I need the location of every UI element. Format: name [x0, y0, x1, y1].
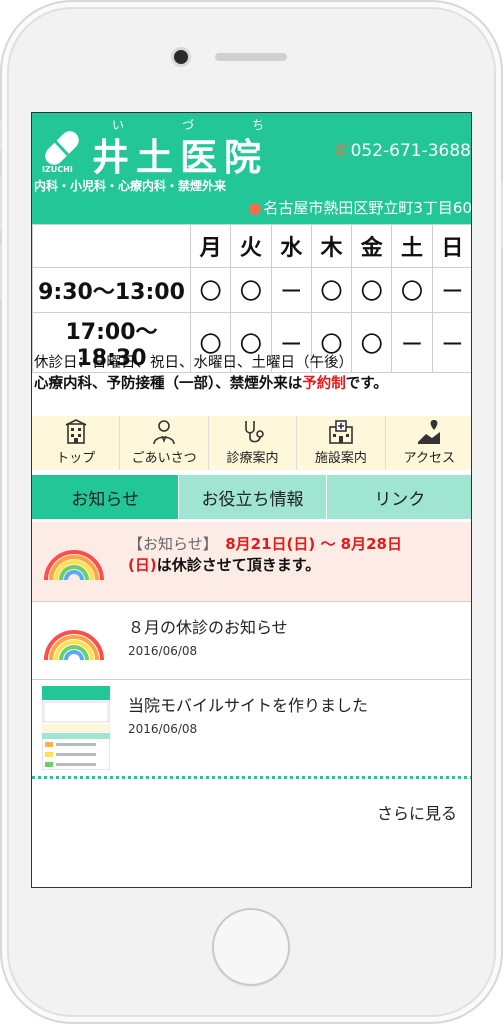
mark-cell: ー [270, 267, 312, 313]
stethoscope-icon [244, 421, 264, 443]
phone-frame: IZUCHI い づ ち 井土医院 ✆ 052-671-3688 内科・小児科・心… [0, 0, 503, 1024]
earpiece-speaker [215, 53, 287, 61]
logo-text: IZUCHI [42, 165, 73, 174]
day-cell: 木 [310, 224, 353, 268]
clinic-name[interactable]: 井土医院 [92, 127, 268, 181]
mark-cell: 〇 [189, 267, 232, 313]
news-body: は休診させて頂きます。 [156, 556, 321, 574]
volume-up-button [0, 175, 2, 230]
mark-cell: 〇 [310, 267, 353, 313]
reservation-note: 心療内科、予防接種（一部）、禁煙外来は予約制です。 [34, 374, 471, 395]
day-cell: 金 [351, 224, 393, 268]
address-text: 名古屋市熱田区野立町3丁目60 [263, 199, 472, 217]
specialties: 内科・小児科・心療内科・禁煙外来 [34, 179, 227, 193]
reservation-note-suffix: です。 [345, 376, 388, 392]
site-screenshot-thumbnail [42, 686, 110, 770]
map-pin-icon [418, 420, 441, 444]
nav-item-greeting[interactable]: ごあいさつ [120, 416, 209, 470]
silent-switch [0, 120, 2, 150]
news-title: ８月の休診のお知らせ [128, 618, 288, 637]
nav-label: アクセス [403, 451, 455, 466]
nav-item-top[interactable]: トップ [32, 416, 121, 470]
front-camera [174, 50, 188, 64]
location-pin-icon: ● [248, 199, 262, 217]
schedule-days-row: 月 火 水 木 金 土 日 [32, 224, 471, 268]
news-text: 当院モバイルサイトを作りました 2016/06/08 [128, 692, 368, 736]
schedule-notes: 休診日：日曜日、祝日、水曜日、土曜日（午後） 心療内科、予防接種（一部）、禁煙外… [34, 353, 471, 395]
news-tag: 【お知らせ】 [128, 535, 211, 553]
closed-days-note: 休診日：日曜日、祝日、水曜日、土曜日（午後） [34, 355, 353, 371]
schedule-table: 月 火 水 木 金 土 日 9:30〜13:00 〇 〇 ー 〇 〇 〇 ー 1… [32, 224, 471, 373]
mark-cell: 〇 [391, 267, 433, 313]
doctor-icon [153, 420, 175, 445]
reservation-highlight: 予約制 [302, 376, 346, 392]
schedule-row-morning: 9:30〜13:00 〇 〇 ー 〇 〇 〇 ー [32, 267, 471, 313]
volume-down-button [0, 245, 2, 300]
mark-cell: ー [431, 267, 471, 313]
phone-link[interactable]: ✆ 052-671-3688 [334, 141, 471, 161]
day-cell: 水 [270, 224, 312, 268]
site-header: IZUCHI い づ ち 井土医院 ✆ 052-671-3688 内科・小児科・心… [32, 113, 472, 224]
address[interactable]: ● 名古屋市熱田区野立町3丁目60 [248, 197, 472, 218]
nav-label: ごあいさつ [131, 451, 197, 466]
rainbow-icon [44, 630, 104, 661]
day-cell: 土 [391, 224, 433, 268]
news-date: 2016/06/08 [128, 722, 198, 736]
rainbow-icon [44, 550, 104, 581]
mark-cell: 〇 [230, 267, 272, 313]
news-item[interactable]: 当院モバイルサイトを作りました 2016/06/08 [32, 680, 471, 779]
see-more-link[interactable]: さらに見る [377, 800, 457, 824]
hospital-icon [329, 420, 353, 444]
day-cell: 日 [431, 224, 471, 268]
day-cell: 月 [189, 224, 232, 268]
nav-item-facility[interactable]: 施設案内 [297, 416, 386, 470]
news-text: ８月の休診のお知らせ 2016/06/08 [128, 614, 288, 658]
nav-label: 診療案内 [226, 451, 279, 466]
news-item[interactable]: ８月の休診のお知らせ 2016/06/08 [32, 602, 471, 680]
schedule-corner [32, 224, 191, 268]
news-list: 【お知らせ】 8月21日(日) 〜 8月28日 (日)は休診させて頂きます。 ８… [32, 522, 471, 779]
phone-icon: ✆ [334, 141, 349, 161]
phone-number: 052-671-3688 [350, 141, 471, 161]
screen: IZUCHI い づ ち 井土医院 ✆ 052-671-3688 内科・小児科・心… [31, 112, 472, 888]
nav-item-medical-info[interactable]: 診療案内 [209, 416, 298, 470]
content-tabs: お知らせ お役立ち情報 リンク [32, 475, 471, 519]
news-date: 2016/06/08 [128, 644, 198, 658]
news-item-highlight[interactable]: 【お知らせ】 8月21日(日) 〜 8月28日 (日)は休診させて頂きます。 [32, 522, 471, 602]
building-icon [65, 419, 87, 444]
nav-label: トップ [56, 451, 96, 466]
news-title: 当院モバイルサイトを作りました [128, 696, 369, 715]
nav-item-access[interactable]: アクセス [386, 416, 471, 470]
date-end: (日) [128, 556, 157, 574]
mark-cell: 〇 [351, 267, 393, 313]
date-range: 8月21日(日) 〜 8月28日 [225, 535, 402, 553]
tab-useful-info[interactable]: お役立ち情報 [179, 475, 327, 519]
home-button[interactable] [212, 908, 290, 986]
tab-links[interactable]: リンク [326, 475, 471, 519]
day-cell: 火 [230, 224, 272, 268]
reservation-note-prefix: 心療内科、予防接種（一部）、禁煙外来は [34, 376, 303, 392]
main-nav: トップ ごあいさつ 診療案内 施設案内 アクセス [32, 416, 471, 470]
nav-label: 施設案内 [314, 451, 367, 466]
time-cell: 9:30〜13:00 [32, 267, 191, 313]
highlight-text: 【お知らせ】 8月21日(日) 〜 8月28日 (日)は休診させて頂きます。 [128, 534, 458, 576]
tab-news[interactable]: お知らせ [32, 475, 180, 519]
